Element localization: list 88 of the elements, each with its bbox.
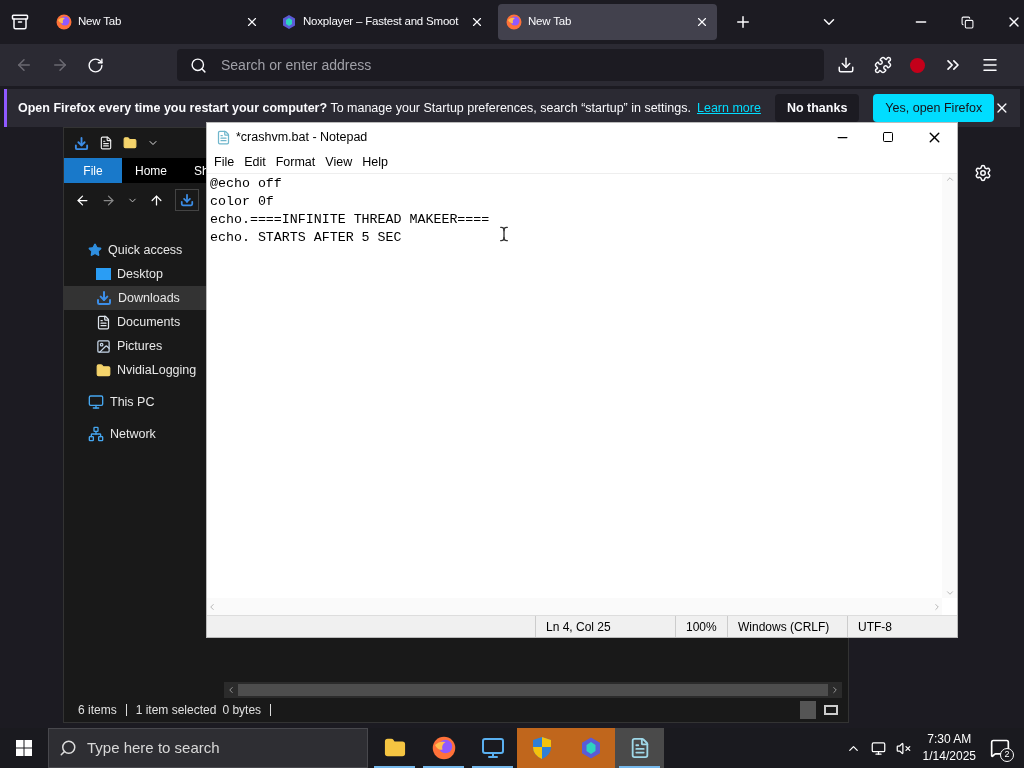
volume-muted-icon[interactable] <box>895 740 911 756</box>
firefox-logo-icon <box>431 736 456 760</box>
network-icon[interactable] <box>870 740 886 756</box>
windows-logo-icon[interactable] <box>16 740 32 756</box>
code-line: echo. STARTS AFTER 5 SEC <box>210 229 402 247</box>
computer-icon <box>88 394 104 410</box>
learn-more-link[interactable]: Learn more <box>697 98 761 118</box>
menu-item[interactable]: File <box>209 152 240 172</box>
close-icon[interactable] <box>245 15 259 29</box>
folder-icon <box>383 737 406 759</box>
desktop-icon <box>96 268 111 280</box>
code-line: color 0f <box>210 193 274 211</box>
download-icon[interactable] <box>837 56 855 74</box>
settings-icon[interactable] <box>974 164 992 182</box>
clock[interactable]: 7:30 AM 1/14/2025 <box>922 731 976 765</box>
close-icon[interactable] <box>470 15 484 29</box>
code-line: echo.====INFINITE THREAD MAKEER==== <box>210 211 490 229</box>
ribbon-tab[interactable]: File <box>64 158 122 183</box>
sidebar-item[interactable]: NvidiaLogging <box>64 358 209 382</box>
notification-button[interactable]: Yes, open Firefox <box>873 94 995 122</box>
text-editor[interactable]: @echo off color 0f echo.====INFINITE THREAD MAKEER==== echo. STARTS AFTER 5 SEC <box>207 174 942 598</box>
search-icon <box>59 739 77 757</box>
notification-badge: 2 <box>1000 748 1014 762</box>
address-input[interactable]: Search or enter address <box>221 54 811 76</box>
tab-list-icon[interactable] <box>11 13 29 31</box>
forward-icon[interactable] <box>101 192 116 208</box>
menu-item[interactable]: Edit <box>239 152 271 172</box>
address-field[interactable] <box>175 189 199 211</box>
folder-icon[interactable] <box>123 136 137 150</box>
firefox-logo-icon <box>56 14 72 30</box>
status-text: UTF-8 <box>847 616 957 637</box>
download-icon <box>180 193 194 207</box>
notification-icon[interactable] <box>990 738 1010 758</box>
status-text: 0 bytes <box>222 702 262 719</box>
sidebar-item[interactable]: Desktop <box>64 262 209 286</box>
scroll-right-icon[interactable] <box>830 685 840 695</box>
sidebar-item[interactable]: Documents <box>64 310 209 334</box>
notification-button[interactable]: No thanks <box>774 94 860 122</box>
address-field[interactable]: Search or enter address <box>177 49 824 81</box>
document-icon <box>96 314 111 330</box>
status-text: 6 items <box>78 702 117 719</box>
new-tab-icon[interactable] <box>734 13 752 31</box>
close-icon[interactable] <box>695 15 709 29</box>
search-field[interactable]: Type here to search <box>48 728 368 768</box>
extensions-icon[interactable] <box>874 56 892 74</box>
ribbon-tab[interactable]: Home <box>122 158 180 183</box>
monitor-icon <box>480 736 505 760</box>
menu-item[interactable]: Help <box>357 152 393 172</box>
picture-icon <box>96 338 111 354</box>
star-icon <box>88 243 102 257</box>
download-icon <box>96 290 112 306</box>
window-title: *crashvm.bat - Notepad <box>236 128 368 146</box>
horizontal-scrollbar[interactable] <box>224 682 842 698</box>
up-icon[interactable] <box>149 192 164 208</box>
status-text: Ln 4, Col 25 <box>535 616 675 637</box>
search-icon <box>190 56 207 74</box>
maximize-icon[interactable] <box>882 131 894 143</box>
notepad-icon <box>216 129 231 145</box>
status-text: 100% <box>675 616 727 637</box>
status-text: Windows (CRLF) <box>727 616 847 637</box>
sidebar-item[interactable]: Quick access <box>64 238 209 262</box>
status-text: 1 item selected <box>135 702 217 719</box>
reload-icon[interactable] <box>87 56 104 74</box>
back-icon[interactable] <box>75 192 90 208</box>
properties-icon[interactable] <box>99 136 113 150</box>
notification-message: Open Firefox every time you restart your computer? To manage your Startup preferences, search “startup” in settings. <box>18 99 691 117</box>
sidebar-item[interactable]: Pictures <box>64 334 209 358</box>
restore-icon[interactable] <box>961 15 974 29</box>
network-icon <box>88 426 104 442</box>
sidebar-item[interactable]: Network <box>64 422 209 446</box>
sidebar-item[interactable]: This PC <box>64 390 209 414</box>
browser-tab[interactable]: New Tab <box>498 4 717 40</box>
scroll-left-icon[interactable] <box>226 685 236 695</box>
folder-icon <box>96 362 111 378</box>
code-line: @echo off <box>210 175 282 193</box>
sidebar-item[interactable]: Downloads <box>64 286 209 310</box>
taskbar-app[interactable] <box>615 728 664 768</box>
forward-icon[interactable] <box>51 56 69 74</box>
shield-icon <box>530 736 553 760</box>
menu-item[interactable]: Format <box>270 152 321 172</box>
browser-tab[interactable]: Noxplayer – Fastest and Smoot <box>273 4 492 40</box>
menu-icon[interactable] <box>981 56 999 74</box>
tiles-view-icon[interactable] <box>824 705 838 715</box>
browser-tab[interactable]: New Tab <box>48 4 267 40</box>
search-input[interactable]: Type here to search <box>87 736 367 760</box>
hexagon-logo-icon <box>281 14 297 30</box>
menu-item[interactable]: View <box>320 152 358 172</box>
firefox-logo-icon <box>506 14 522 30</box>
